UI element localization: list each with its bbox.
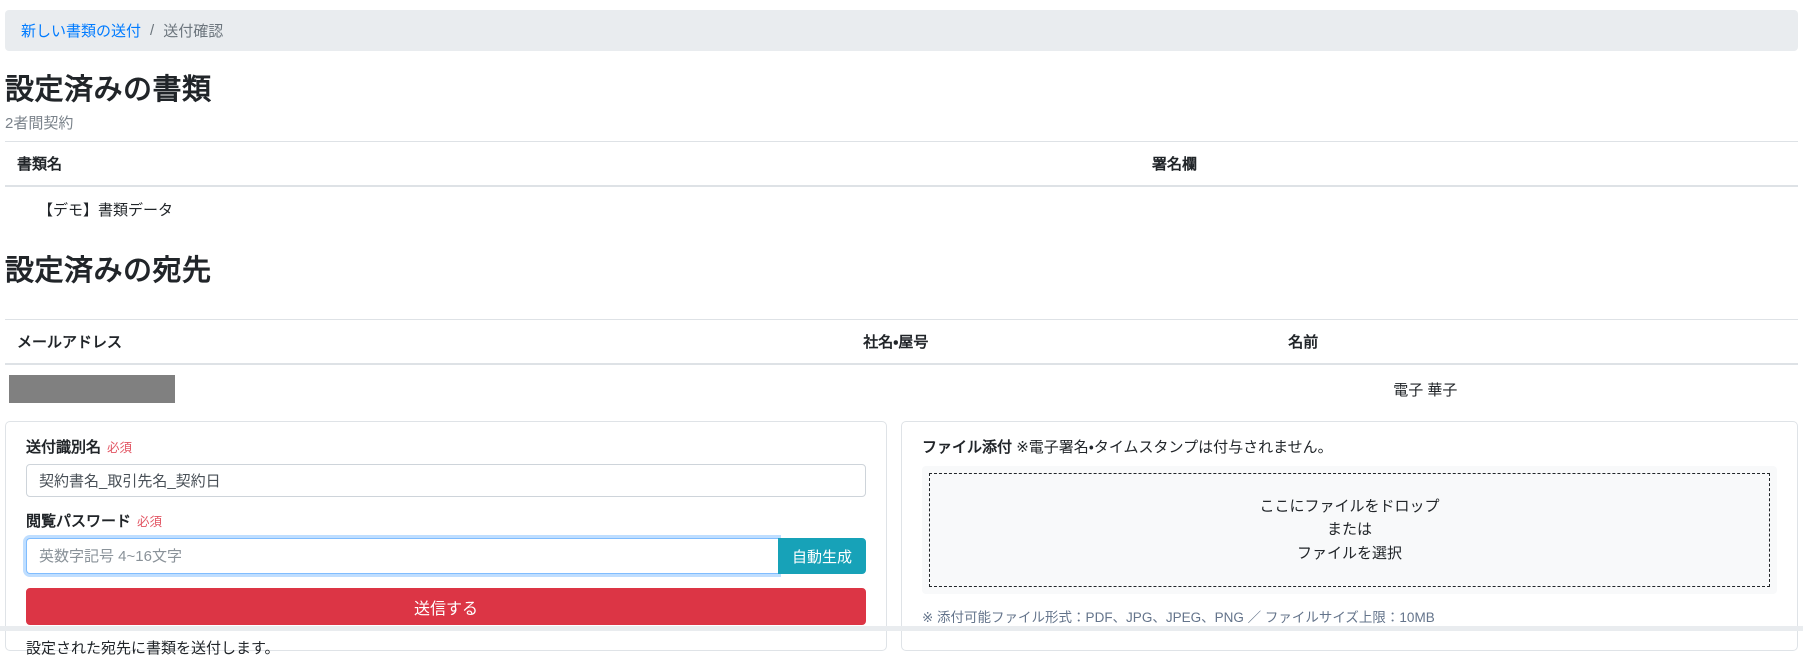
attachment-footnote: ※ 添付可能ファイル形式：PDF、JPG、JPEG、PNG ／ ファイルサイズ上… <box>922 610 1435 625</box>
breadcrumb: 新しい書類の送付 / 送付確認 <box>5 10 1798 51</box>
send-button[interactable]: 送信する <box>26 588 866 625</box>
attachment-header: ファイル添付 ※電子署名・タイムスタンプは付与されません。 <box>922 436 1777 457</box>
documents-header-signature: 署名欄 <box>1139 141 1798 187</box>
breadcrumb-separator: / <box>150 22 155 39</box>
required-badge: 必須 <box>137 515 163 529</box>
recipient-name-cell: 電子 華子 <box>1393 381 1458 399</box>
identifier-label: 送付識別名 必須 <box>26 436 866 457</box>
recipients-section-title: 設定済みの宛先 <box>5 255 212 287</box>
password-input[interactable] <box>26 538 778 574</box>
table-row: 電子 華子 <box>5 364 1798 413</box>
identifier-label-text: 送付識別名 <box>26 439 102 456</box>
documents-section-title: 設定済みの書類 <box>5 74 212 106</box>
breadcrumb-link-new-document[interactable]: 新しい書類の送付 <box>21 20 141 41</box>
breadcrumb-current: 送付確認 <box>163 23 224 40</box>
file-dropzone[interactable]: ここにファイルをドロップ または ファイルを選択 <box>922 466 1777 594</box>
dropzone-text-drop: ここにファイルをドロップ <box>1259 498 1440 516</box>
file-attachment-card: ファイル添付 ※電子署名・タイムスタンプは付与されません。 ここにファイルをドロ… <box>901 421 1798 651</box>
recipients-header-email: メールアドレス <box>5 319 852 365</box>
documents-table: 書類名 署名欄 【デモ】書類データ <box>5 141 1798 232</box>
contract-type-subtitle: 2者間契約 <box>5 115 74 132</box>
autogenerate-button[interactable]: 自動生成 <box>777 538 866 574</box>
password-label: 閲覧パスワード 必須 <box>26 510 866 531</box>
send-settings-card: 送付識別名必須 閲覧パスワード必須 自動生成 送信する 設定された宛先に書類を送… <box>5 421 887 657</box>
recipients-table: メールアドレス 社名・屋号 名前 電子 華子 <box>5 319 1798 413</box>
document-signature-cell <box>1140 186 1798 232</box>
dropzone-text-or: または <box>1326 521 1372 539</box>
attachment-note: ※電子署名・タイムスタンプは付与されません。 <box>1016 439 1333 456</box>
identifier-input[interactable] <box>26 464 866 497</box>
recipients-header-company: 社名・屋号 <box>851 319 1277 365</box>
email-redacted-box <box>9 375 175 403</box>
recipient-company-cell <box>851 364 1276 413</box>
password-label-text: 閲覧パスワード <box>26 513 132 530</box>
dropzone-select-file[interactable]: ファイルを選択 <box>1297 542 1402 565</box>
recipients-header-name: 名前 <box>1276 319 1798 365</box>
recipient-email-cell <box>5 364 851 413</box>
send-helper-text: 設定された宛先に書類を送付します。 <box>26 640 280 657</box>
page-bottom-strip <box>0 626 1803 631</box>
documents-header-name: 書類名 <box>5 141 1140 187</box>
required-badge: 必須 <box>107 441 133 455</box>
attachment-title: ファイル添付 <box>922 439 1013 456</box>
table-row: 【デモ】書類データ <box>5 186 1798 232</box>
document-name-cell: 【デモ】書類データ <box>38 202 174 219</box>
